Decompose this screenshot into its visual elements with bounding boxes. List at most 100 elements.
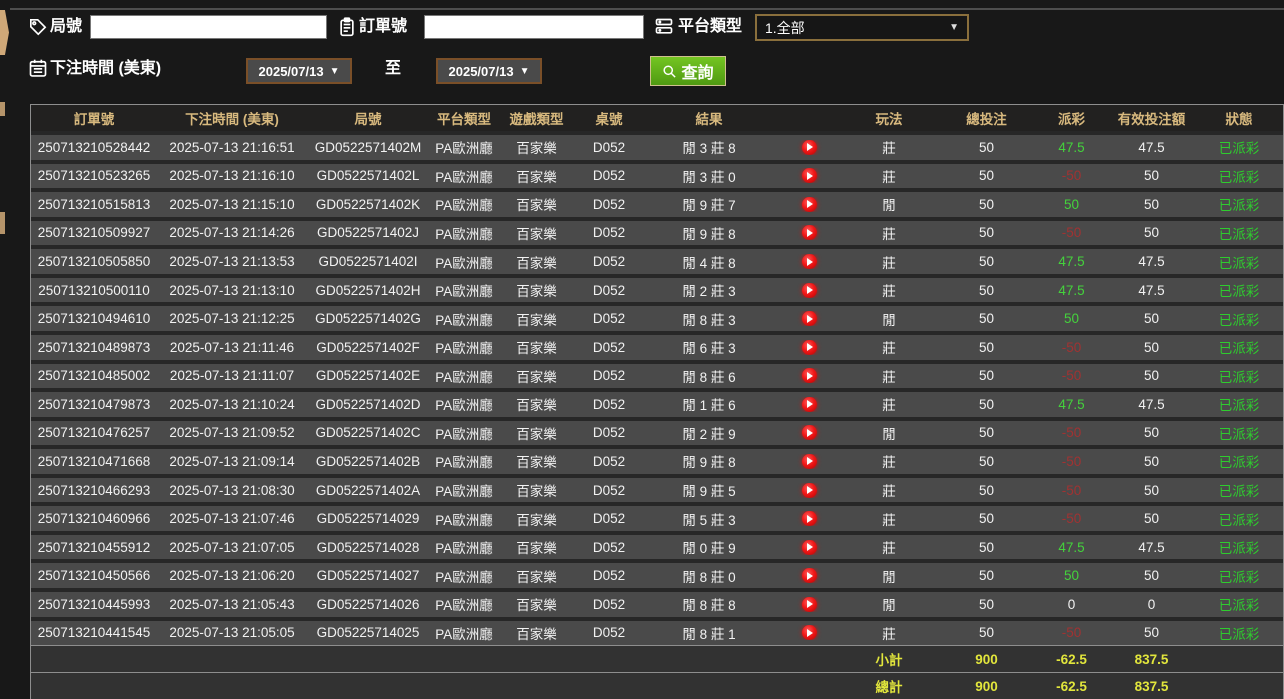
- replay-button[interactable]: [802, 425, 817, 440]
- order-no-cell: 250713210476257: [31, 425, 157, 440]
- replay-button[interactable]: [802, 311, 817, 326]
- game-type-cell: 百家樂: [499, 394, 574, 414]
- bet-time-cell: 2025-07-13 21:05:05: [157, 625, 307, 640]
- valid-bet-cell: 50: [1104, 568, 1199, 583]
- valid-bet-cell: 50: [1104, 483, 1199, 498]
- valid-bet-cell: 47.5: [1104, 283, 1199, 298]
- table-row: 250713210450566 2025-07-13 21:06:20 GD05…: [31, 563, 1283, 588]
- round-no-input[interactable]: [90, 15, 327, 39]
- calendar-icon: [28, 58, 48, 78]
- order-no-cell: 250713210441545: [31, 625, 157, 640]
- tag-icon: [28, 17, 48, 37]
- table-row: 250713210445993 2025-07-13 21:05:43 GD05…: [31, 592, 1283, 617]
- play-icon: [807, 457, 813, 465]
- replay-button[interactable]: [802, 168, 817, 183]
- table-no-cell: D052: [574, 140, 644, 155]
- total-bet-cell: 50: [934, 597, 1039, 612]
- date-to-select[interactable]: 2025/07/13 ▼: [436, 58, 542, 84]
- status-cell: 已派彩: [1199, 566, 1279, 586]
- replay-button[interactable]: [802, 454, 817, 469]
- total-bet-cell: 50: [934, 168, 1039, 183]
- total-bet-cell: 50: [934, 340, 1039, 355]
- replay-button[interactable]: [802, 254, 817, 269]
- game-type-cell: 百家樂: [499, 566, 574, 586]
- round-no-cell: GD0522571402G: [307, 311, 429, 326]
- game-type-cell: 百家樂: [499, 509, 574, 529]
- replay-button[interactable]: [802, 283, 817, 298]
- round-no-cell: GD05225714028: [307, 540, 429, 555]
- bet-time-cell: 2025-07-13 21:07:46: [157, 511, 307, 526]
- table-no-cell: D052: [574, 568, 644, 583]
- platform-cell: PA歐洲廳: [429, 623, 499, 643]
- replay-button[interactable]: [802, 483, 817, 498]
- table-no-cell: D052: [574, 454, 644, 469]
- search-icon: [662, 64, 677, 79]
- result-cell: 閒 8 莊 3: [644, 309, 774, 329]
- table-row: 250713210528442 2025-07-13 21:16:51 GD05…: [31, 135, 1283, 160]
- status-cell: 已派彩: [1199, 423, 1279, 443]
- replay-button[interactable]: [802, 540, 817, 555]
- order-no-cell: 250713210528442: [31, 140, 157, 155]
- order-no-cell: 250713210471668: [31, 454, 157, 469]
- date-to-value: 2025/07/13: [449, 64, 514, 79]
- replay-cell: [774, 597, 844, 612]
- status-cell: 已派彩: [1199, 394, 1279, 414]
- valid-bet-cell: 50: [1104, 225, 1199, 240]
- table-row: 250713210460966 2025-07-13 21:07:46 GD05…: [31, 506, 1283, 531]
- total-total-bet: 900: [934, 679, 1039, 694]
- status-cell: 已派彩: [1199, 194, 1279, 214]
- bet-time-cell: 2025-07-13 21:11:46: [157, 340, 307, 355]
- search-button[interactable]: 查詢: [650, 56, 726, 86]
- to-label: 至: [385, 56, 401, 82]
- replay-button[interactable]: [802, 397, 817, 412]
- replay-button[interactable]: [802, 568, 817, 583]
- result-cell: 閒 3 莊 0: [644, 166, 774, 186]
- replay-button[interactable]: [802, 597, 817, 612]
- replay-button[interactable]: [802, 140, 817, 155]
- payout-cell: -50: [1039, 225, 1104, 240]
- bet-time-cell: 2025-07-13 21:07:05: [157, 540, 307, 555]
- order-no-cell: 250713210505850: [31, 254, 157, 269]
- table-no-cell: D052: [574, 197, 644, 212]
- order-no-cell: 250713210445993: [31, 597, 157, 612]
- order-no-cell: 250713210500110: [31, 283, 157, 298]
- bet-time-cell: 2025-07-13 21:11:07: [157, 368, 307, 383]
- play-cell: 莊: [844, 280, 934, 300]
- payout-cell: -50: [1039, 454, 1104, 469]
- result-cell: 閒 9 莊 8: [644, 451, 774, 471]
- bet-time-cell: 2025-07-13 21:16:10: [157, 168, 307, 183]
- total-bet-cell: 50: [934, 540, 1039, 555]
- status-cell: 已派彩: [1199, 137, 1279, 157]
- replay-cell: [774, 225, 844, 240]
- platform-cell: PA歐洲廳: [429, 337, 499, 357]
- table-row: 250713210455912 2025-07-13 21:07:05 GD05…: [31, 535, 1283, 560]
- replay-button[interactable]: [802, 225, 817, 240]
- col-header-play: 玩法: [844, 108, 934, 128]
- round-no-cell: GD05225714025: [307, 625, 429, 640]
- round-no-cell: GD0522571402M: [307, 140, 429, 155]
- table-row: 250713210515813 2025-07-13 21:15:10 GD05…: [31, 192, 1283, 217]
- replay-button[interactable]: [802, 340, 817, 355]
- status-cell: 已派彩: [1199, 280, 1279, 300]
- panel-edge-decoration: [0, 102, 5, 116]
- replay-button[interactable]: [802, 625, 817, 640]
- total-bet-cell: 50: [934, 425, 1039, 440]
- platform-type-select[interactable]: 1.全部 ▼: [755, 14, 969, 41]
- order-no-input[interactable]: [424, 15, 644, 39]
- order-no-cell: 250713210494610: [31, 311, 157, 326]
- table-row: 250713210466293 2025-07-13 21:08:30 GD05…: [31, 478, 1283, 503]
- replay-button[interactable]: [802, 197, 817, 212]
- payout-cell: -50: [1039, 625, 1104, 640]
- play-cell: 莊: [844, 137, 934, 157]
- payout-cell: -50: [1039, 483, 1104, 498]
- table-row: 250713210441545 2025-07-13 21:05:05 GD05…: [31, 621, 1283, 646]
- round-no-cell: GD05225714027: [307, 568, 429, 583]
- replay-button[interactable]: [802, 511, 817, 526]
- replay-button[interactable]: [802, 368, 817, 383]
- order-no-label: 訂單號: [359, 14, 407, 40]
- total-valid-bet: 837.5: [1104, 679, 1199, 694]
- play-icon: [807, 400, 813, 408]
- date-from-select[interactable]: 2025/07/13 ▼: [246, 58, 352, 84]
- payout-cell: 50: [1039, 568, 1104, 583]
- platform-cell: PA歐洲廳: [429, 252, 499, 272]
